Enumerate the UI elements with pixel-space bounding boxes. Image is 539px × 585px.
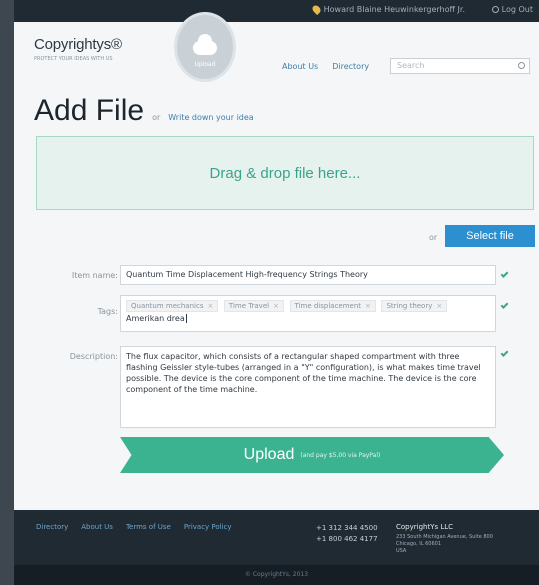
address-line-3: USA	[396, 548, 407, 554]
tags-text-input[interactable]: Amerikan drea	[126, 314, 187, 323]
tag-chip[interactable]: String theory ×	[381, 300, 448, 312]
tag-label: Time Travel	[228, 302, 270, 310]
site-footer: Directory About Us Terms of Use Privacy …	[14, 510, 539, 585]
logout-link[interactable]: Log Out	[491, 5, 533, 14]
top-bar: Howard Blaine Heuwinkergerhoff Jr. Log O…	[14, 0, 539, 22]
user-menu[interactable]: Howard Blaine Heuwinkergerhoff Jr.	[310, 3, 465, 16]
phone-1: +1 312 344 4500	[316, 524, 378, 532]
write-idea-link[interactable]: Write down your idea	[168, 113, 253, 122]
logo-tagline: PROTECT YOUR IDEAS WITH US	[34, 56, 113, 62]
description-label: Description:	[69, 352, 118, 361]
select-file-button[interactable]: Select file	[445, 225, 535, 247]
footer-link-about[interactable]: About Us	[81, 523, 113, 531]
tag-chip[interactable]: Time Travel ×	[223, 300, 284, 312]
description-check-icon	[500, 349, 509, 357]
tag-chip[interactable]: Time displacement ×	[289, 300, 376, 312]
search-icon[interactable]	[518, 62, 525, 69]
description-textarea[interactable]: The flux capacitor, which consists of a …	[120, 346, 496, 428]
footer-link-privacy[interactable]: Privacy Policy	[184, 523, 232, 531]
remove-tag-icon[interactable]: ×	[207, 302, 213, 310]
search-placeholder: Search	[397, 61, 425, 70]
remove-tag-icon[interactable]: ×	[436, 302, 442, 310]
dropzone-text: Drag & drop file here...	[209, 164, 361, 182]
tags-field[interactable]: Quantum mechanics × Time Travel × Time dis…	[120, 295, 496, 332]
cloud-upload-icon	[193, 33, 217, 55]
title-row: Add File or Write down your idea	[34, 94, 254, 128]
main-nav: About Us Directory	[282, 62, 369, 71]
address-line-1: 233 South Michigan Avenue, Suite 800	[396, 534, 493, 540]
footer-links: Directory About Us Terms of Use Privacy …	[36, 523, 232, 531]
remove-tag-icon[interactable]: ×	[273, 302, 279, 310]
upload-badge: Upload	[174, 12, 236, 82]
tag-chip[interactable]: Quantum mechanics ×	[126, 300, 219, 312]
logout-label[interactable]: Log Out	[502, 5, 533, 14]
tag-label: Time displacement	[294, 302, 362, 310]
phone-2: +1 800 462 4177	[316, 535, 378, 543]
footer-phones: +1 312 344 4500 +1 800 462 4177	[316, 523, 378, 545]
site-logo[interactable]: Copyrightys®	[34, 36, 122, 53]
nav-directory[interactable]: Directory	[332, 62, 369, 71]
tag-label: Quantum mechanics	[131, 302, 204, 310]
footer-link-terms[interactable]: Terms of Use	[126, 523, 171, 531]
badge-label: Upload	[194, 60, 216, 68]
footer-copyright: © CopyrightYs, 2013	[244, 571, 309, 578]
user-pin-icon	[310, 3, 322, 16]
search-input[interactable]: Search	[390, 58, 530, 74]
or-label: or	[429, 233, 438, 242]
file-dropzone[interactable]: Drag & drop file here...	[36, 136, 534, 210]
footer-company: CopyrightYs LLC	[396, 523, 454, 531]
upload-price: (and pay $5,00 via PayPal)	[300, 451, 381, 459]
page-title: Add File	[34, 94, 145, 127]
upload-label: Upload	[243, 446, 295, 463]
tags-check-icon	[500, 301, 509, 309]
footer-link-directory[interactable]: Directory	[36, 523, 68, 531]
site-header: Copyrightys® PROTECT YOUR IDEAS WITH US …	[14, 12, 539, 88]
app-window: Howard Blaine Heuwinkergerhoff Jr. Log O…	[14, 0, 539, 585]
address-line-2: Chicago, IL 60601	[396, 541, 442, 547]
upload-button[interactable]: Upload (and pay $5,00 via PayPal)	[120, 437, 504, 473]
footer-address: 233 South Michigan Avenue, Suite 800 Chi…	[396, 534, 536, 555]
description-value: The flux capacitor, which consists of a …	[126, 352, 481, 394]
item-name-field[interactable]: Quantum Time Displacement High-frequency…	[120, 265, 496, 285]
tags-label: Tags:	[97, 307, 118, 316]
title-separator: or	[152, 113, 161, 122]
power-icon	[491, 6, 499, 13]
user-name[interactable]: Howard Blaine Heuwinkergerhoff Jr.	[324, 5, 465, 14]
remove-tag-icon[interactable]: ×	[365, 302, 371, 310]
tag-label: String theory	[386, 302, 433, 310]
item-name-value: Quantum Time Displacement High-frequency…	[126, 270, 368, 279]
item-name-check-icon	[500, 270, 509, 278]
nav-about-us[interactable]: About Us	[282, 62, 318, 71]
item-name-label: Item name:	[71, 271, 118, 280]
